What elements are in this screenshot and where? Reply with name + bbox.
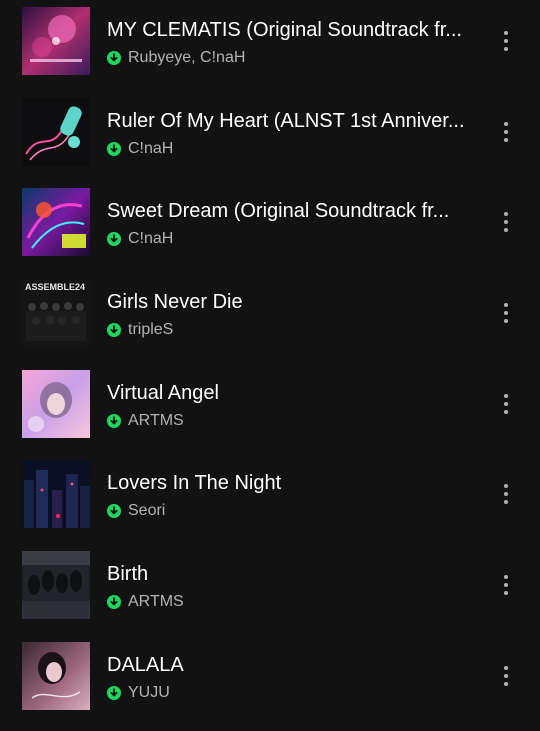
track-title: Ruler Of My Heart (ALNST 1st Anniver... [107,110,465,132]
more-options-icon[interactable] [494,206,518,238]
track-meta: C!naH [107,140,173,158]
track-row[interactable]: MY CLEMATIS (Original Soundtrack fr... R… [0,0,540,83]
track-title: Birth [107,563,149,585]
track-title: Lovers In The Night [107,472,282,494]
downloaded-icon [107,686,121,700]
dalala-album-art [22,642,90,710]
more-options-icon[interactable] [494,569,518,601]
track-row[interactable]: DALALA YUJU [0,628,540,718]
more-options-icon[interactable] [494,388,518,420]
track-meta: ARTMS [107,593,184,611]
track-meta: ARTMS [107,412,184,430]
track-row[interactable]: Ruler Of My Heart (ALNST 1st Anniver... … [0,84,540,174]
more-options-icon[interactable] [494,116,518,148]
track-row[interactable]: Virtual Angel ARTMS [0,356,540,446]
track-title: MY CLEMATIS (Original Soundtrack fr... [107,19,462,41]
downloaded-icon [107,142,121,156]
track-meta: C!naH [107,230,173,248]
downloaded-icon [107,595,121,609]
track-title: DALALA [107,654,184,676]
more-options-icon[interactable] [494,25,518,57]
more-options-icon[interactable] [494,660,518,692]
track-artist: C!naH [128,230,174,247]
lovers-in-the-night-album-art [22,460,90,528]
track-row[interactable]: Lovers In The Night Seori [0,446,540,536]
track-title: Girls Never Die [107,291,243,313]
more-options-icon[interactable] [494,297,518,329]
downloaded-icon [107,323,121,337]
assemble24-album-art: ASSEMBLE24 [22,279,90,347]
track-row[interactable]: Sweet Dream (Original Soundtrack fr... C… [0,174,540,264]
downloaded-icon [107,51,121,65]
track-artist: Seori [128,502,166,519]
track-meta: Seori [107,502,165,520]
track-artist: Rubyeye, C!naH [128,49,246,66]
track-title: Sweet Dream (Original Soundtrack fr... [107,200,450,222]
track-meta: YUJU [107,684,170,702]
downloaded-icon [107,504,121,518]
track-row[interactable]: ASSEMBLE24 Girls Never Die tripleS [0,265,540,355]
ruler-of-my-heart-album-art [22,98,90,166]
track-artist: YUJU [128,684,170,701]
track-artist: ARTMS [128,412,184,429]
downloaded-icon [107,414,121,428]
track-row[interactable]: Birth ARTMS [0,537,540,627]
track-artist: C!naH [128,140,174,157]
virtual-angel-album-art [22,370,90,438]
downloaded-icon [107,232,121,246]
more-options-icon[interactable] [494,478,518,510]
cover-text: ASSEMBLE24 [25,282,85,292]
track-artist: ARTMS [128,593,184,610]
birth-album-art [22,551,90,619]
track-artist: tripleS [128,321,174,338]
clematis-album-art [22,7,90,75]
sweet-dream-album-art [22,188,90,256]
track-meta: tripleS [107,321,173,339]
track-meta: Rubyeye, C!naH [107,49,245,67]
track-title: Virtual Angel [107,382,219,404]
